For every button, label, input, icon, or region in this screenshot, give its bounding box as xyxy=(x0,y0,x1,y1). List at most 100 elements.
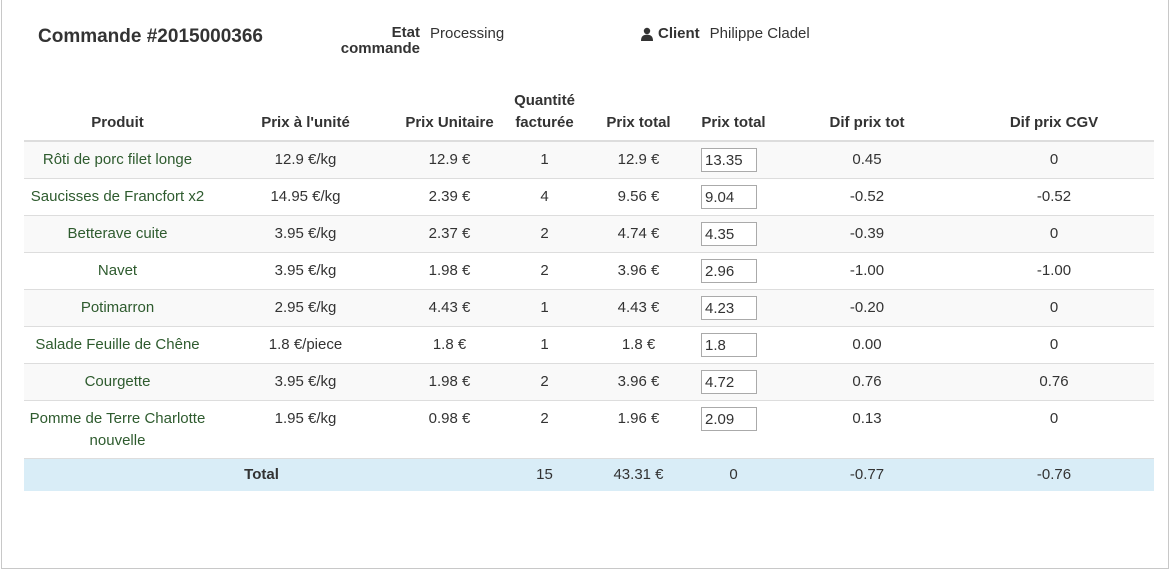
product-name: Potimarron xyxy=(24,289,211,327)
order-title: Commande #2015000366 xyxy=(38,26,263,47)
column-header-produit: Produit xyxy=(24,88,211,142)
table-row: Rôti de porc filet longe 12.9 €/kg 12.9 … xyxy=(24,140,1154,179)
table-row: Saucisses de Francfort x2 14.95 €/kg 2.3… xyxy=(24,178,1154,216)
order-header: Commande #2015000366 Etat commande Proce… xyxy=(2,0,1170,70)
user-icon xyxy=(640,27,654,41)
quantity: 1 xyxy=(499,326,590,364)
unit-price: 1.95 €/kg xyxy=(211,400,400,459)
dif-prix-tot: 0.00 xyxy=(780,326,954,364)
table-row: Navet 3.95 €/kg 1.98 € 2 3.96 € -1.00 -1… xyxy=(24,252,1154,290)
quantity: 2 xyxy=(499,252,590,290)
order-panel: Commande #2015000366 Etat commande Proce… xyxy=(1,0,1169,569)
column-header-dif-prix-cgv: Dif prix CGV xyxy=(954,88,1154,142)
client-name: Philippe Cladel xyxy=(709,25,810,42)
price-total-input[interactable] xyxy=(701,370,757,394)
line-total: 3.96 € xyxy=(590,252,687,290)
product-name: Salade Feuille de Chêne xyxy=(24,326,211,364)
price-input-cell xyxy=(687,252,780,290)
state-label: Etat commande xyxy=(340,24,420,57)
column-header-prix-unitaire: Prix Unitaire xyxy=(400,88,499,142)
client-block: Client Philippe Cladel xyxy=(640,25,810,42)
line-total: 3.96 € xyxy=(590,363,687,401)
product-name: Saucisses de Francfort x2 xyxy=(24,178,211,216)
line-total: 9.56 € xyxy=(590,178,687,216)
prix-unitaire: 4.43 € xyxy=(400,289,499,327)
total-label: Total xyxy=(24,458,499,491)
table-row: Pomme de Terre Charlotte nouvelle 1.95 €… xyxy=(24,400,1154,459)
dif-prix-cgv: 0 xyxy=(954,140,1154,179)
line-total: 4.43 € xyxy=(590,289,687,327)
prix-unitaire: 1.8 € xyxy=(400,326,499,364)
dif-prix-tot: -1.00 xyxy=(780,252,954,290)
unit-price: 3.95 €/kg xyxy=(211,363,400,401)
line-total: 12.9 € xyxy=(590,140,687,179)
price-total-input[interactable] xyxy=(701,148,757,172)
product-name: Navet xyxy=(24,252,211,290)
quantity: 4 xyxy=(499,178,590,216)
quantity: 1 xyxy=(499,289,590,327)
column-header-prix-total-input: Prix total xyxy=(687,88,780,142)
quantity: 2 xyxy=(499,400,590,459)
table-row: Salade Feuille de Chêne 1.8 €/piece 1.8 … xyxy=(24,326,1154,364)
line-total: 4.74 € xyxy=(590,215,687,253)
price-input-cell xyxy=(687,289,780,327)
unit-price: 1.8 €/piece xyxy=(211,326,400,364)
order-lines-table: Produit Prix à l'unité Prix Unitaire Qua… xyxy=(24,88,1154,491)
prix-unitaire: 12.9 € xyxy=(400,140,499,179)
product-name: Rôti de porc filet longe xyxy=(24,140,211,179)
dif-prix-tot: 0.76 xyxy=(780,363,954,401)
price-total-input[interactable] xyxy=(701,185,757,209)
dif-prix-tot: -0.39 xyxy=(780,215,954,253)
dif-prix-tot: 0.45 xyxy=(780,140,954,179)
total-row: Total 15 43.31 € 0 -0.77 -0.76 xyxy=(24,458,1154,491)
dif-prix-tot: -0.52 xyxy=(780,178,954,216)
total-quantity: 15 xyxy=(499,458,590,491)
table-row: Potimarron 2.95 €/kg 4.43 € 1 4.43 € -0.… xyxy=(24,289,1154,327)
quantity: 2 xyxy=(499,363,590,401)
dif-prix-cgv: 0 xyxy=(954,289,1154,327)
unit-price: 2.95 €/kg xyxy=(211,289,400,327)
price-input-cell xyxy=(687,140,780,179)
total-dif-prix-tot: -0.77 xyxy=(780,458,954,491)
prix-unitaire: 1.98 € xyxy=(400,363,499,401)
total-price: 43.31 € xyxy=(590,458,687,491)
total-input-sum: 0 xyxy=(687,458,780,491)
column-header-dif-prix-tot: Dif prix tot xyxy=(780,88,954,142)
line-total: 1.96 € xyxy=(590,400,687,459)
unit-price: 14.95 €/kg xyxy=(211,178,400,216)
total-dif-prix-cgv: -0.76 xyxy=(954,458,1154,491)
price-total-input[interactable] xyxy=(701,407,757,431)
dif-prix-cgv: 0 xyxy=(954,326,1154,364)
product-name: Courgette xyxy=(24,363,211,401)
price-input-cell xyxy=(687,215,780,253)
state-value: Processing xyxy=(430,25,505,42)
line-total: 1.8 € xyxy=(590,326,687,364)
price-total-input[interactable] xyxy=(701,259,757,283)
prix-unitaire: 2.39 € xyxy=(400,178,499,216)
table-row: Courgette 3.95 €/kg 1.98 € 2 3.96 € 0.76… xyxy=(24,363,1154,401)
quantity: 1 xyxy=(499,140,590,179)
dif-prix-tot: -0.20 xyxy=(780,289,954,327)
dif-prix-tot: 0.13 xyxy=(780,400,954,459)
dif-prix-cgv: 0.76 xyxy=(954,363,1154,401)
prix-unitaire: 1.98 € xyxy=(400,252,499,290)
price-input-cell xyxy=(687,363,780,401)
unit-price: 3.95 €/kg xyxy=(211,252,400,290)
column-header-prix-a-l-unite: Prix à l'unité xyxy=(211,88,400,142)
table-row: Betterave cuite 3.95 €/kg 2.37 € 2 4.74 … xyxy=(24,215,1154,253)
price-total-input[interactable] xyxy=(701,222,757,246)
price-total-input[interactable] xyxy=(701,333,757,357)
unit-price: 12.9 €/kg xyxy=(211,140,400,179)
dif-prix-cgv: 0 xyxy=(954,400,1154,459)
product-name: Pomme de Terre Charlotte nouvelle xyxy=(24,400,211,459)
prix-unitaire: 0.98 € xyxy=(400,400,499,459)
table-header-row: Produit Prix à l'unité Prix Unitaire Qua… xyxy=(24,88,1154,142)
dif-prix-cgv: -0.52 xyxy=(954,178,1154,216)
price-total-input[interactable] xyxy=(701,296,757,320)
column-header-prix-total: Prix total xyxy=(590,88,687,142)
product-name: Betterave cuite xyxy=(24,215,211,253)
client-label: Client xyxy=(658,25,700,42)
price-input-cell xyxy=(687,400,780,459)
unit-price: 3.95 €/kg xyxy=(211,215,400,253)
column-header-quantite-facturee: Quantité facturée xyxy=(499,88,590,142)
